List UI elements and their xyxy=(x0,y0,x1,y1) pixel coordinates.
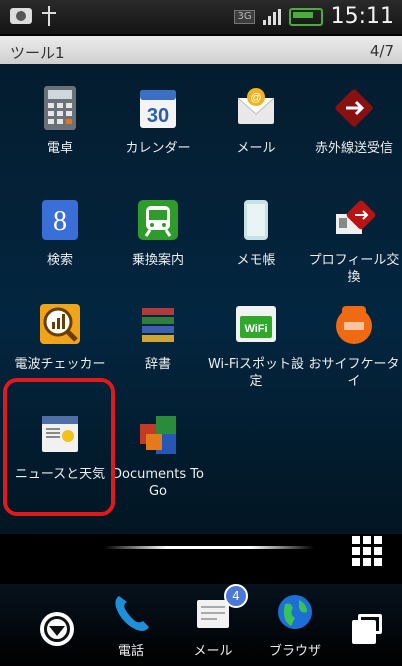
documents-icon xyxy=(140,416,176,454)
train-icon xyxy=(138,200,178,240)
app-mail[interactable]: @ メール xyxy=(206,84,306,157)
clock-time: 15:11 xyxy=(330,4,394,29)
app-label: 検索 xyxy=(46,253,73,268)
folder-page-bar: ツール1 4/7 xyxy=(0,36,402,64)
app-label: プロフィール交換 xyxy=(308,253,400,285)
app-memo[interactable]: メモ帳 xyxy=(206,196,306,269)
dictionary-icon xyxy=(142,308,174,342)
recent-apps-button[interactable] xyxy=(352,614,382,644)
wifi-icon: WiFi xyxy=(236,306,276,342)
app-osaifu[interactable]: おサイフケータイ xyxy=(304,300,402,390)
app-label: Wi-Fiスポット設定 xyxy=(207,357,304,389)
svg-text:8: 8 xyxy=(53,206,67,237)
dock-label: ブラウザ xyxy=(268,644,321,659)
unread-count-badge: 4 xyxy=(224,584,248,608)
app-label: おサイフケータイ xyxy=(308,357,400,389)
browser-icon xyxy=(278,595,312,629)
phone-icon xyxy=(115,596,149,631)
osaifu-icon xyxy=(336,306,372,344)
folder-title: ツール1 xyxy=(10,44,65,62)
search-icon: 8 xyxy=(42,200,78,240)
app-label: メモ帳 xyxy=(236,253,276,268)
app-label: カレンダー xyxy=(125,141,191,156)
app-label: 電波チェッカー xyxy=(14,357,106,372)
network-type-badge: 3G xyxy=(234,9,255,24)
dock-browser[interactable]: ブラウザ xyxy=(250,590,340,659)
app-documents-to-go[interactable]: Documents To Go xyxy=(108,410,208,500)
menu-button[interactable] xyxy=(40,612,74,646)
memo-icon xyxy=(244,200,268,240)
infrared-icon xyxy=(335,89,373,127)
calendar-icon: 30 xyxy=(140,90,176,128)
app-dictionary[interactable]: 辞書 xyxy=(108,300,208,373)
signal-checker-icon xyxy=(40,304,80,344)
battery-icon xyxy=(288,7,323,26)
app-label: 電卓 xyxy=(46,141,73,156)
chevron-down-icon xyxy=(49,626,65,636)
app-search[interactable]: 8 検索 xyxy=(10,196,110,269)
status-bar: 3G 15:11 xyxy=(0,0,402,34)
profile-exchange-icon xyxy=(336,200,376,234)
all-apps-grid-icon[interactable] xyxy=(352,536,382,566)
app-label: 赤外線送受信 xyxy=(314,141,393,156)
app-transit[interactable]: 乗換案内 xyxy=(108,196,208,269)
dock-label: 電話 xyxy=(117,644,144,659)
camera-icon xyxy=(10,8,32,24)
usb-icon xyxy=(40,6,58,26)
calendar-day: 30 xyxy=(147,105,169,127)
page-scroll-indicator xyxy=(104,546,314,549)
dock-mail[interactable]: 4 メール xyxy=(168,584,258,659)
app-infrared[interactable]: 赤外線送受信 xyxy=(304,84,402,157)
app-label: 辞書 xyxy=(144,357,171,372)
wifi-icon-text: WiFi xyxy=(244,323,267,335)
selection-highlight xyxy=(3,378,115,516)
app-label: Documents To Go xyxy=(112,467,204,499)
app-calendar[interactable]: 30 カレンダー xyxy=(108,84,208,157)
app-label: 乗換案内 xyxy=(131,253,184,268)
signal-strength-icon xyxy=(262,8,281,25)
app-wifi-spot[interactable]: WiFi Wi-Fiスポット設定 xyxy=(206,300,306,390)
page-indicator: 4/7 xyxy=(369,42,394,60)
app-label: メール xyxy=(236,141,276,156)
app-calculator[interactable]: 電卓 xyxy=(10,84,110,157)
app-profile-exchange[interactable]: プロフィール交換 xyxy=(304,196,402,286)
mail-icon: @ xyxy=(237,88,275,124)
calculator-icon xyxy=(44,86,76,130)
dock: 電話 4 メール ブラウザ xyxy=(0,584,402,666)
dock-label: メール xyxy=(193,644,233,659)
dock-phone[interactable]: 電話 xyxy=(86,590,176,659)
svg-text:@: @ xyxy=(250,92,261,104)
app-signal-checker[interactable]: 電波チェッカー xyxy=(10,300,110,373)
